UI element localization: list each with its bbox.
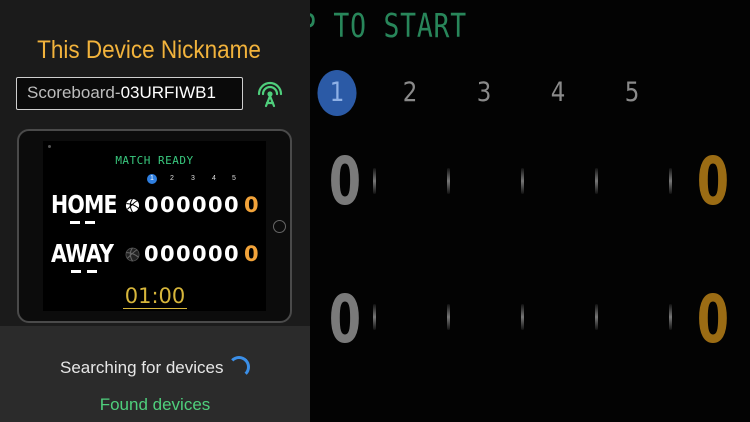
away-digit: 0 bbox=[160, 242, 175, 266]
divider-tick bbox=[595, 168, 598, 194]
away-digit: 0 bbox=[224, 242, 239, 266]
set-3-indicator[interactable]: 3 bbox=[464, 70, 503, 116]
match-timer: 01:00 bbox=[123, 284, 187, 309]
mini-set-3: 3 bbox=[191, 175, 195, 182]
set-4-indicator[interactable]: 4 bbox=[538, 70, 577, 116]
away-total-digit: 0 bbox=[244, 242, 259, 266]
divider-tick bbox=[521, 304, 524, 330]
home-digit: 0 bbox=[144, 193, 159, 217]
divider-tick bbox=[595, 304, 598, 330]
match-ready-text: MATCH READY bbox=[115, 154, 194, 167]
divider-tick bbox=[669, 304, 672, 330]
tablet-home-button bbox=[273, 220, 286, 233]
serve-underline bbox=[70, 221, 80, 224]
searching-status: Searching for devices bbox=[60, 358, 224, 377]
mini-set-4: 4 bbox=[212, 175, 216, 182]
divider-tick bbox=[447, 168, 450, 194]
home-digit: 0 bbox=[224, 193, 239, 217]
home-total-digit: 0 bbox=[244, 193, 259, 217]
nickname-id: 03URFIWB1 bbox=[120, 83, 216, 102]
mini-set-1: 1 bbox=[147, 174, 157, 184]
nickname-prefix: Scoreboard- bbox=[27, 83, 121, 102]
divider-tick bbox=[521, 168, 524, 194]
volleyball-icon bbox=[125, 247, 140, 262]
home-team-name: HOME bbox=[51, 190, 118, 219]
nickname-field[interactable]: Scoreboard-03URFIWB1 bbox=[16, 77, 243, 110]
away-total-score[interactable]: 0 bbox=[697, 281, 729, 358]
divider-tick bbox=[447, 304, 450, 330]
set-2-indicator[interactable]: 2 bbox=[390, 70, 429, 116]
serve-underline bbox=[85, 221, 95, 224]
divider-tick bbox=[373, 168, 376, 194]
divider-tick bbox=[669, 168, 672, 194]
tablet-screen: MATCH READY 1 2 3 4 5 HOME 0 0 0 0 0 0 0… bbox=[43, 141, 266, 311]
away-team-name: AWAY bbox=[51, 239, 114, 268]
set-1-indicator[interactable]: 1 bbox=[317, 70, 357, 116]
mini-set-5: 5 bbox=[232, 175, 236, 182]
loading-spinner-icon bbox=[228, 356, 250, 378]
home-digit: 0 bbox=[208, 193, 223, 217]
volleyball-icon bbox=[125, 198, 140, 213]
serve-underline bbox=[71, 270, 81, 273]
home-digit: 0 bbox=[160, 193, 175, 217]
serve-underline bbox=[87, 270, 97, 273]
away-digit: 0 bbox=[176, 242, 191, 266]
found-devices-link[interactable]: Found devices bbox=[0, 395, 310, 415]
divider-tick bbox=[373, 304, 376, 330]
device-panel: This Device Nickname Scoreboard-03URFIWB… bbox=[0, 0, 310, 422]
camera-dot bbox=[48, 145, 51, 148]
away-digit: 0 bbox=[144, 242, 159, 266]
tap-to-start-text[interactable]: P TO START bbox=[300, 6, 467, 45]
home-score[interactable]: 0 bbox=[329, 143, 361, 220]
away-digit: 0 bbox=[208, 242, 223, 266]
panel-title: This Device Nickname bbox=[37, 36, 261, 64]
home-digit: 0 bbox=[192, 193, 207, 217]
device-search-area: Searching for devices Found devices bbox=[0, 326, 310, 422]
broadcast-antenna-icon[interactable] bbox=[256, 80, 284, 108]
set-5-indicator[interactable]: 5 bbox=[612, 70, 651, 116]
away-digit: 0 bbox=[192, 242, 207, 266]
tablet-preview: MATCH READY 1 2 3 4 5 HOME 0 0 0 0 0 0 0… bbox=[17, 129, 292, 323]
home-digit: 0 bbox=[176, 193, 191, 217]
home-total-score[interactable]: 0 bbox=[697, 143, 729, 220]
away-score[interactable]: 0 bbox=[329, 281, 361, 358]
mini-set-2: 2 bbox=[170, 175, 174, 182]
